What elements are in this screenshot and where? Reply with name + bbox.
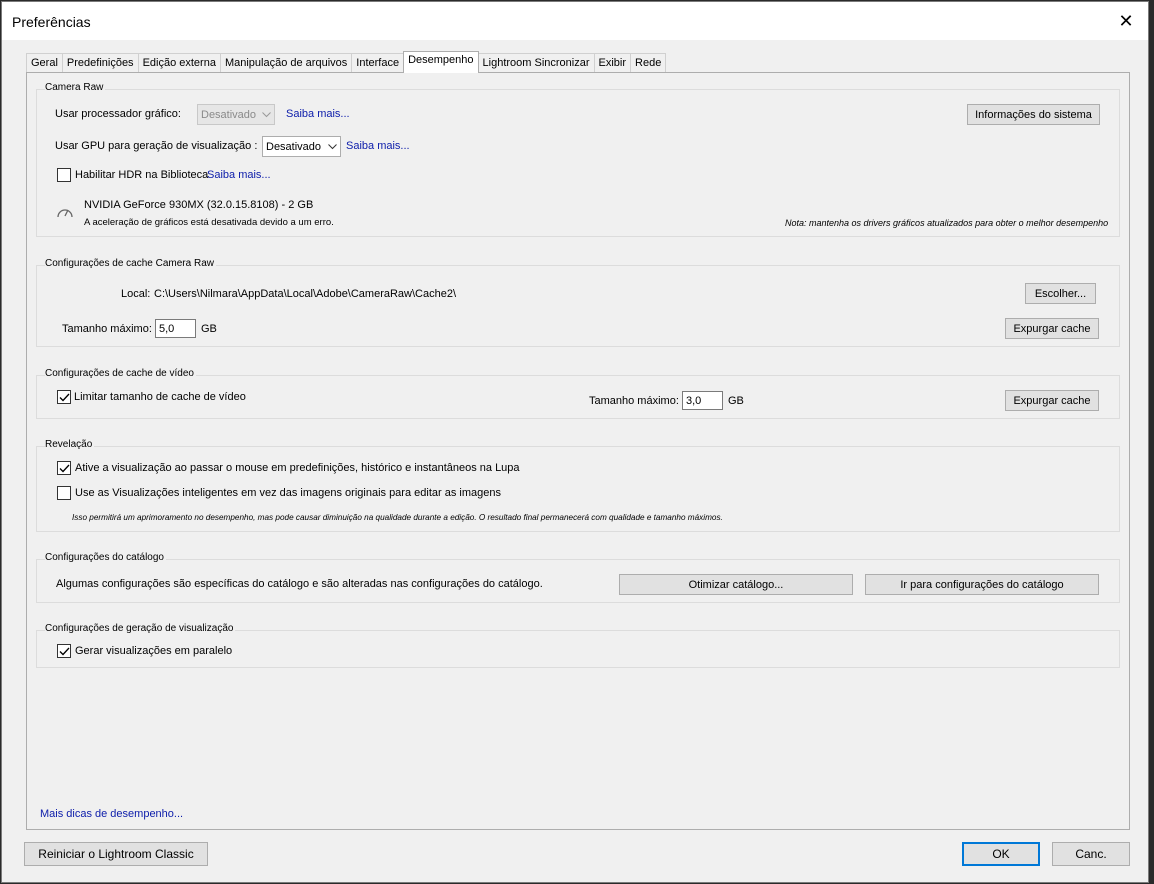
tab-edicao-externa[interactable]: Edição externa xyxy=(137,53,221,73)
close-icon[interactable]: ✕ xyxy=(1104,2,1148,40)
hover-preview-label: Ative a visualização ao passar o mouse e… xyxy=(75,462,520,474)
group-title: Configurações do catálogo xyxy=(45,552,166,563)
gpu-select-value: Desativado xyxy=(201,108,257,121)
catalog-description: Algumas configurações são específicas do… xyxy=(56,578,543,590)
catalog-group: Configurações do catálogo Algumas config… xyxy=(36,552,1120,603)
tab-manipulacao-arquivos[interactable]: Manipulação de arquivos xyxy=(219,53,353,73)
hover-preview-checkbox[interactable] xyxy=(57,461,71,475)
group-title: Configurações de cache de vídeo xyxy=(45,368,196,379)
limit-video-cache-label: Limitar tamanho de cache de vídeo xyxy=(74,391,246,403)
driver-note: Nota: mantenha os drivers gráficos atual… xyxy=(785,218,1109,228)
camera-raw-group: Camera Raw Usar processador gráfico: Des… xyxy=(36,82,1120,237)
performance-panel: Camera Raw Usar processador gráfico: Des… xyxy=(26,72,1130,830)
develop-group: Revelação Ative a visualização ao passar… xyxy=(36,439,1120,532)
tab-geral[interactable]: Geral xyxy=(26,53,63,73)
cancel-button[interactable]: Canc. xyxy=(1052,842,1130,866)
tab-bar: Geral Predefinições Edição externa Manip… xyxy=(26,51,667,73)
cache-max-size-input[interactable]: 5,0 xyxy=(155,319,196,338)
title-bar: Preferências ✕ xyxy=(2,2,1148,40)
tab-exibir[interactable]: Exibir xyxy=(593,53,632,73)
ok-button[interactable]: OK xyxy=(962,842,1040,866)
chevron-down-icon xyxy=(258,111,274,118)
cache-location-value: C:\Users\Nilmara\AppData\Local\Adobe\Cam… xyxy=(154,288,457,300)
gpu-label: Usar processador gráfico: xyxy=(55,108,181,120)
gauge-icon xyxy=(56,205,74,222)
smart-previews-note: Isso permitirá um aprimoramento no desem… xyxy=(72,513,723,522)
cache-location-label: Local: xyxy=(121,288,151,300)
check-icon xyxy=(59,647,69,655)
choose-button[interactable]: Escolher... xyxy=(1025,283,1096,304)
purge-video-cache-button[interactable]: Expurgar cache xyxy=(1005,390,1099,411)
preview-generation-group: Configurações de geração de visualização… xyxy=(36,623,1120,668)
group-title: Camera Raw xyxy=(45,82,106,93)
gpu-preview-select[interactable]: Desativado xyxy=(262,136,341,157)
hdr-checkbox[interactable] xyxy=(57,168,71,182)
performance-tips-link[interactable]: Mais dicas de desempenho... xyxy=(40,808,183,820)
video-max-size-label: Tamanho máximo: xyxy=(589,395,679,407)
gpu-learn-more-link[interactable]: Saiba mais... xyxy=(286,108,350,120)
group-title: Configurações de geração de visualização xyxy=(45,623,236,634)
purge-cache-button[interactable]: Expurgar cache xyxy=(1005,318,1099,339)
smart-previews-label: Use as Visualizações inteligentes em vez… xyxy=(75,487,501,499)
check-icon xyxy=(59,464,69,472)
tab-lightroom-sincronizar[interactable]: Lightroom Sincronizar xyxy=(477,53,595,73)
tab-interface[interactable]: Interface xyxy=(351,53,405,73)
video-max-size-input[interactable]: 3,0 xyxy=(682,391,723,410)
limit-video-cache-checkbox[interactable] xyxy=(57,390,71,404)
gpu-select[interactable]: Desativado xyxy=(197,104,275,125)
window-title: Preferências xyxy=(12,14,91,30)
chevron-down-icon xyxy=(324,143,340,150)
hdr-label: Habilitar HDR na Biblioteca xyxy=(75,169,209,181)
optimize-catalog-button[interactable]: Otimizar catálogo... xyxy=(619,574,853,595)
cache-group: Configurações de cache Camera Raw Local:… xyxy=(36,258,1120,347)
preferences-dialog: Preferências ✕ Geral Predefinições Ediçã… xyxy=(1,1,1149,883)
hdr-learn-more-link[interactable]: Saiba mais... xyxy=(207,169,271,181)
video-cache-unit: GB xyxy=(728,395,744,407)
system-info-button[interactable]: Informações do sistema xyxy=(967,104,1100,125)
check-icon xyxy=(59,393,69,401)
smart-previews-checkbox[interactable] xyxy=(57,486,71,500)
group-title: Revelação xyxy=(45,439,95,450)
goto-catalog-settings-button[interactable]: Ir para configurações do catálogo xyxy=(865,574,1099,595)
gpu-preview-learn-more-link[interactable]: Saiba mais... xyxy=(346,140,410,152)
cache-max-size-label: Tamanho máximo: xyxy=(62,323,152,335)
video-cache-group: Configurações de cache de vídeo Limitar … xyxy=(36,368,1120,419)
gpu-status: A aceleração de gráficos está desativada… xyxy=(84,217,334,228)
gpu-preview-select-value: Desativado xyxy=(266,140,322,153)
parallel-previews-label: Gerar visualizações em paralelo xyxy=(75,645,233,657)
gpu-name: NVIDIA GeForce 930MX (32.0.15.8108) - 2 … xyxy=(84,199,314,211)
parallel-previews-checkbox[interactable] xyxy=(57,644,71,658)
tab-rede[interactable]: Rede xyxy=(630,53,667,73)
restart-button[interactable]: Reiniciar o Lightroom Classic xyxy=(24,842,208,866)
gpu-preview-label: Usar GPU para geração de visualização : xyxy=(55,140,258,152)
cache-unit: GB xyxy=(201,323,217,335)
tab-predefinicoes[interactable]: Predefinições xyxy=(61,53,139,73)
tab-desempenho[interactable]: Desempenho xyxy=(403,51,479,73)
group-title: Configurações de cache Camera Raw xyxy=(45,258,216,269)
